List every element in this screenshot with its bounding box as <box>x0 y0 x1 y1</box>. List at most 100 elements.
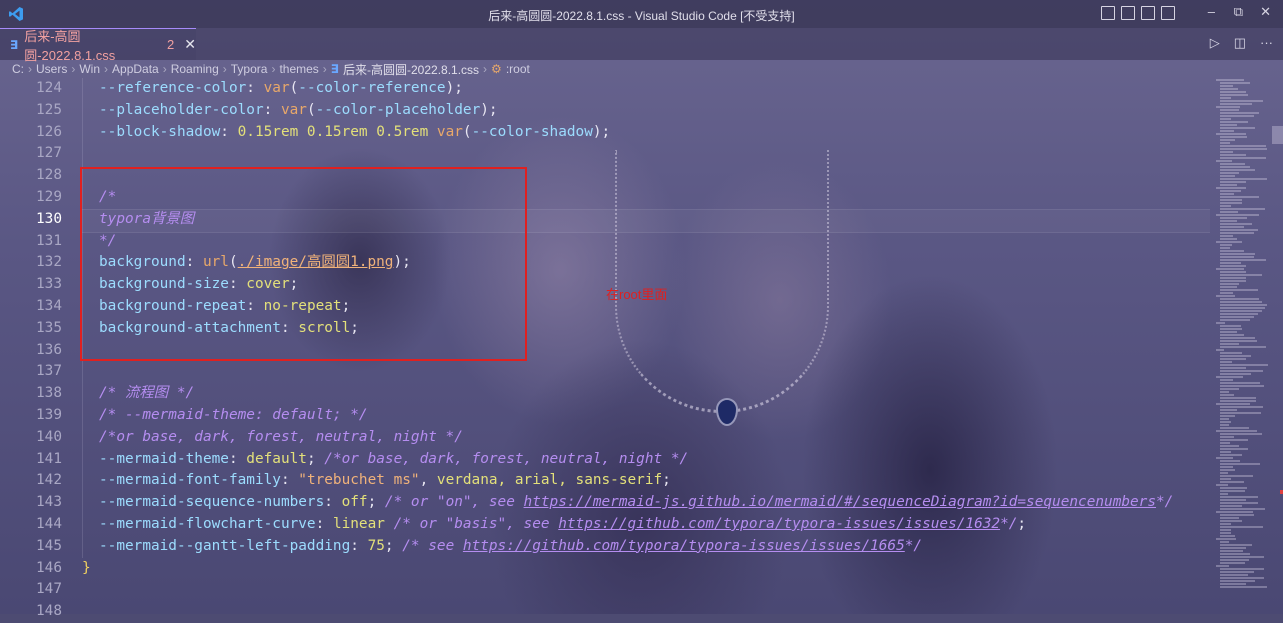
editor-tab[interactable]: ∃ 后来-高圆圆-2022.8.1.css 2 ✕ <box>0 28 196 63</box>
code-line: } <box>82 559 91 576</box>
line-number: 142 <box>36 472 62 489</box>
minimap-line <box>1216 457 1234 459</box>
minimap-line <box>1220 280 1246 282</box>
breadcrumb-item[interactable]: C: <box>12 62 24 76</box>
minimap-line <box>1220 166 1250 168</box>
tab-bar: ∃ 后来-高圆圆-2022.8.1.css 2 ✕ ▷ ◫ ··· <box>0 28 1283 63</box>
line-number: 139 <box>36 406 62 423</box>
minimap-line <box>1220 82 1251 84</box>
minimap-line <box>1220 286 1238 288</box>
minimap-line <box>1220 259 1267 261</box>
breadcrumb-item[interactable]: Win <box>79 62 100 76</box>
minimap[interactable] <box>1214 78 1272 614</box>
minimap-line <box>1220 469 1235 471</box>
minimap-line <box>1220 472 1229 474</box>
toggle-secondary-sidebar-icon[interactable] <box>1141 6 1155 20</box>
code-line: /* --mermaid-theme: default; */ <box>99 406 368 423</box>
url-link[interactable]: https://github.com/typora/typora-issues/… <box>463 538 905 554</box>
minimap-line <box>1220 478 1232 480</box>
minimap-line <box>1220 385 1264 387</box>
run-icon[interactable]: ▷ <box>1210 35 1220 51</box>
minimap-line <box>1220 529 1232 531</box>
line-number: 131 <box>36 232 62 249</box>
minimap-line <box>1220 127 1255 129</box>
minimap-line <box>1220 406 1263 408</box>
minimize-button[interactable]: – <box>1208 4 1215 19</box>
minimap-line <box>1220 283 1239 285</box>
minimap-line <box>1220 520 1243 522</box>
split-editor-icon[interactable]: ◫ <box>1234 35 1246 51</box>
url-link[interactable]: https://github.com/typora/typora-issues/… <box>558 516 1000 532</box>
minimap-line <box>1220 262 1241 264</box>
minimap-line <box>1220 394 1235 396</box>
code-line: --block-shadow: 0.15rem 0.15rem 0.5rem v… <box>99 123 611 140</box>
restore-button[interactable]: ⧉ <box>1234 4 1243 20</box>
code-line: --mermaid-flowchart-curve: linear /* or … <box>99 515 1027 532</box>
minimap-line <box>1220 265 1246 267</box>
chevron-right-icon: › <box>71 62 76 76</box>
more-actions-icon[interactable]: ··· <box>1260 35 1273 51</box>
minimap-line <box>1220 319 1251 321</box>
minimap-line <box>1220 325 1241 327</box>
minimap-line <box>1220 517 1239 519</box>
minimap-line <box>1220 559 1250 561</box>
scrollbar-thumb[interactable] <box>1272 126 1283 144</box>
tab-label: 后来-高圆圆-2022.8.1.css <box>24 28 116 63</box>
close-tab-icon[interactable]: ✕ <box>184 36 196 53</box>
minimap-line <box>1220 184 1238 186</box>
breadcrumb-symbol[interactable]: :root <box>506 62 530 76</box>
minimap-line <box>1220 175 1235 177</box>
minimap-line <box>1220 193 1235 195</box>
minimap-line <box>1220 397 1257 399</box>
minimap-line <box>1220 448 1248 450</box>
minimap-line <box>1220 550 1244 552</box>
minimap-line <box>1220 142 1230 144</box>
minimap-line <box>1220 496 1259 498</box>
minimap-line <box>1220 553 1250 555</box>
minimap-line <box>1220 532 1231 534</box>
symbol-icon: ⚙ <box>491 62 502 76</box>
breadcrumb-item[interactable]: Typora <box>231 62 268 76</box>
minimap-line <box>1216 295 1235 297</box>
minimap-line <box>1216 484 1229 486</box>
breadcrumb-item[interactable]: Roaming <box>171 62 219 76</box>
minimap-line <box>1216 133 1247 135</box>
url-link[interactable]: https://mermaid-js.github.io/mermaid/#/s… <box>524 494 1156 510</box>
line-number: 147 <box>36 581 62 598</box>
minimap-line <box>1220 412 1262 414</box>
minimap-line <box>1220 442 1231 444</box>
minimap-line <box>1216 106 1241 108</box>
minimap-line <box>1216 79 1244 81</box>
minimap-line <box>1220 505 1242 507</box>
minimap-line <box>1216 322 1225 324</box>
minimap-line <box>1220 586 1267 588</box>
minimap-line <box>1220 367 1247 369</box>
line-number-active: 130 <box>36 210 62 227</box>
close-window-button[interactable]: ✕ <box>1260 4 1271 20</box>
minimap-line <box>1220 571 1255 573</box>
minimap-line <box>1220 181 1246 183</box>
breadcrumb-item[interactable]: AppData <box>112 62 159 76</box>
breadcrumb-item[interactable]: Users <box>36 62 67 76</box>
minimap-line <box>1220 418 1230 420</box>
toggle-panel-icon[interactable] <box>1121 6 1135 20</box>
breadcrumb-file[interactable]: 后来-高圆圆-2022.8.1.css <box>343 61 479 78</box>
minimap-line <box>1220 226 1245 228</box>
tab-actions: ▷ ◫ ··· <box>1210 35 1273 51</box>
line-number: 126 <box>36 123 62 140</box>
layout-controls <box>1101 6 1175 20</box>
minimap-line <box>1216 376 1243 378</box>
minimap-line <box>1220 388 1239 390</box>
code-line: --reference-color: var(--color-reference… <box>99 80 463 96</box>
minimap-line <box>1216 241 1242 243</box>
breadcrumb-item[interactable]: themes <box>279 62 318 76</box>
minimap-line <box>1220 100 1264 102</box>
line-number: 145 <box>36 537 62 554</box>
customize-layout-icon[interactable] <box>1161 6 1175 20</box>
minimap-line <box>1216 349 1225 351</box>
breadcrumb: C: › Users › Win › AppData › Roaming › Typora… <box>0 60 1283 78</box>
toggle-sidebar-icon[interactable] <box>1101 6 1115 20</box>
line-number: 129 <box>36 188 62 205</box>
line-number: 128 <box>36 167 62 184</box>
minimap-line <box>1220 154 1246 156</box>
